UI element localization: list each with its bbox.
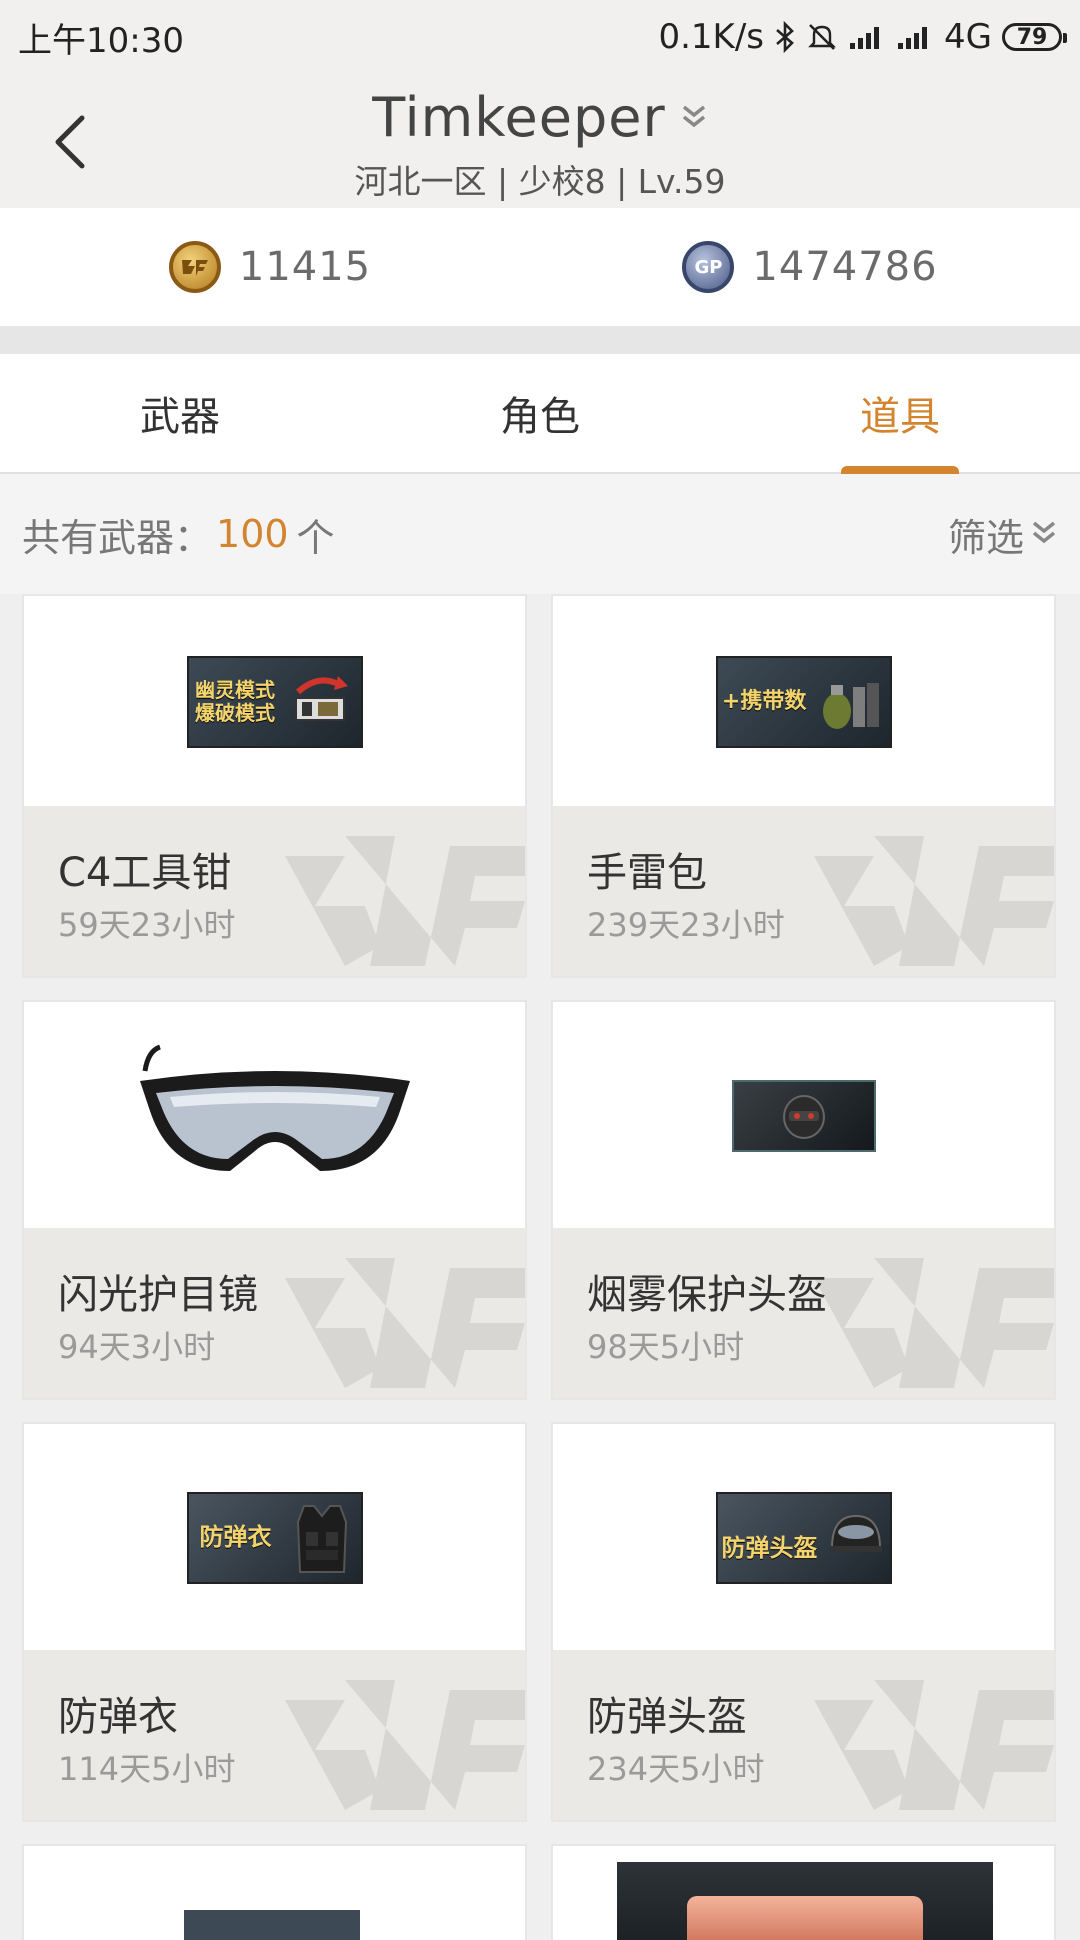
section-divider — [0, 326, 1080, 354]
item-name: 手雷包 — [587, 850, 707, 896]
page-title: Timkeeper — [372, 86, 666, 149]
item-info: C4工具钳 59天23小时 — [24, 806, 525, 976]
item-info: 手雷包 239天23小时 — [553, 806, 1054, 976]
item-card[interactable]: 烟雾保护头盔 98天5小时 — [551, 1000, 1056, 1400]
item-card-partial[interactable] — [22, 1844, 527, 1940]
helmet-icon — [782, 1095, 825, 1139]
player-info: 河北一区 | 少校8 | Lv.59 — [354, 162, 726, 201]
signal-icon-2 — [896, 23, 934, 51]
filter-button[interactable]: 筛选 — [948, 507, 1058, 562]
gp-coin-icon: GP — [682, 241, 735, 293]
combat-helmet-thumbnail: 防弹头盔 — [715, 1492, 892, 1584]
thumb-label: 幽灵模式 爆破模式 — [195, 678, 275, 725]
cf-watermark-icon — [285, 1680, 525, 1810]
filter-label: 筛选 — [947, 515, 1024, 560]
item-image — [24, 1002, 525, 1230]
tab-label: 角色 — [500, 394, 580, 440]
item-remaining-time: 59天23小时 — [58, 906, 236, 944]
network-type: 4G — [944, 17, 992, 57]
battery-level: 79 — [1016, 24, 1048, 50]
combat-helmet-icon — [829, 1514, 882, 1552]
item-image: +携带数 — [553, 596, 1054, 808]
item-info: 烟雾保护头盔 98天5小时 — [553, 1228, 1054, 1398]
status-bar: 上午10:30 0.1K/s 4G 79 — [0, 0, 1080, 74]
tab-items[interactable]: 道具 — [720, 354, 1080, 472]
item-name: C4工具钳 — [58, 850, 232, 896]
item-remaining-time: 234天5小时 — [587, 1750, 765, 1788]
item-image: 幽灵模式 爆破模式 — [24, 596, 525, 808]
count-prefix: 共有武器： — [22, 515, 213, 560]
item-remaining-time: 239天23小时 — [587, 906, 785, 944]
cf-coin-icon — [168, 241, 221, 293]
tab-weapons[interactable]: 武器 — [0, 354, 360, 472]
tab-characters[interactable]: 角色 — [360, 354, 720, 472]
body-armor-thumbnail: 防弹衣 — [186, 1492, 363, 1584]
gp-amount: 1474786 — [752, 244, 938, 290]
title-block[interactable]: Timkeeper 河北一区 | 少校8 | Lv.59 — [0, 86, 1080, 203]
thumb-label: +携带数 — [721, 689, 807, 715]
item-card[interactable]: 闪光护目镜 94天3小时 — [22, 1000, 527, 1400]
count-value: 100 — [216, 512, 289, 556]
cf-watermark-icon — [814, 1680, 1054, 1810]
double-chevron-down-icon — [1032, 521, 1056, 544]
cf-watermark-icon — [814, 1258, 1054, 1388]
bluetooth-icon — [774, 21, 796, 53]
smoke-helmet-thumbnail — [731, 1080, 876, 1152]
gp-coin-label: GP — [694, 256, 723, 278]
tab-label: 道具 — [860, 394, 940, 440]
summary-bar: 共有武器： 100 个 筛选 — [0, 474, 1080, 594]
c4-pliers-thumbnail: 幽灵模式 爆破模式 — [186, 656, 363, 748]
grenade-pack-thumbnail: +携带数 — [715, 656, 892, 748]
item-image: 防弹衣 — [24, 1424, 525, 1652]
partial-crate-thumbnail — [617, 1862, 993, 1940]
app-header: Timkeeper 河北一区 | 少校8 | Lv.59 — [0, 74, 1080, 208]
status-time: 上午10:30 — [18, 20, 184, 61]
count-unit: 个 — [296, 515, 335, 560]
item-card[interactable]: 防弹衣 防弹衣 114天5小时 — [22, 1422, 527, 1822]
thumb-label: 防弹衣 — [199, 1523, 272, 1552]
item-card[interactable]: +携带数 手雷包 239天23小时 — [551, 594, 1056, 978]
double-chevron-down-icon — [682, 105, 705, 127]
item-name: 防弹头盔 — [587, 1694, 747, 1740]
thumb-label: 防弹头盔 — [721, 1534, 818, 1563]
gp-points: GP 1474786 — [540, 208, 1080, 326]
item-name: 烟雾保护头盔 — [587, 1272, 827, 1318]
item-info: 防弹衣 114天5小时 — [24, 1650, 525, 1820]
cf-watermark-icon — [285, 836, 525, 966]
item-info: 闪光护目镜 94天3小时 — [24, 1228, 525, 1398]
mute-bell-icon — [806, 21, 838, 53]
currency-bar: 11415 GP 1474786 — [0, 208, 1080, 326]
category-tabs: 武器 角色 道具 — [0, 354, 1080, 474]
status-icons: 0.1K/s 4G 79 — [658, 17, 1067, 57]
item-grid: 幽灵模式 爆破模式 C4工具钳 59天23小时 +携带数 手雷包 239天23小… — [22, 594, 1058, 1940]
cf-watermark-icon — [814, 836, 1054, 966]
crate-icon — [687, 1896, 923, 1940]
tab-label: 武器 — [140, 394, 220, 440]
c4-pliers-icon — [295, 676, 348, 721]
item-card[interactable]: 幽灵模式 爆破模式 C4工具钳 59天23小时 — [22, 594, 527, 978]
item-info: 防弹头盔 234天5小时 — [553, 1650, 1054, 1820]
cf-points: 11415 — [0, 208, 540, 326]
item-remaining-time: 98天5小时 — [587, 1328, 745, 1366]
item-image: 防弹头盔 — [553, 1424, 1054, 1652]
item-name: 闪光护目镜 — [58, 1272, 258, 1318]
battery-icon: 79 — [1002, 23, 1067, 51]
net-speed: 0.1K/s — [658, 17, 765, 57]
cf-watermark-icon — [285, 1258, 525, 1388]
item-count: 共有武器： 100 个 — [22, 507, 335, 562]
item-card-partial[interactable] — [551, 1844, 1056, 1940]
partial-thumbnail — [184, 1910, 360, 1940]
signal-icon — [848, 23, 886, 51]
cf-amount: 11415 — [238, 244, 372, 290]
flash-goggles-icon — [139, 1044, 410, 1171]
item-name: 防弹衣 — [58, 1694, 178, 1740]
item-card[interactable]: 防弹头盔 防弹头盔 234天5小时 — [551, 1422, 1056, 1822]
item-remaining-time: 94天3小时 — [58, 1328, 216, 1366]
vest-icon — [296, 1505, 347, 1573]
grenade-icon — [823, 683, 880, 729]
item-image — [553, 1002, 1054, 1230]
item-remaining-time: 114天5小时 — [58, 1750, 236, 1788]
